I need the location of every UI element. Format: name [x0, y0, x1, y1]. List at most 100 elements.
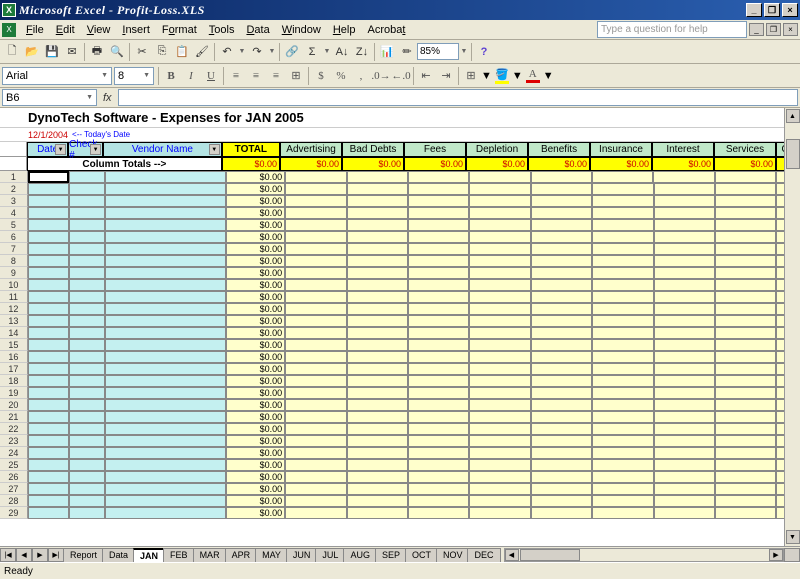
cell[interactable]	[469, 411, 530, 423]
cell[interactable]	[469, 207, 530, 219]
cell[interactable]	[347, 387, 408, 399]
cell[interactable]	[715, 183, 776, 195]
cell-vendor[interactable]	[105, 375, 226, 387]
cell[interactable]	[469, 315, 530, 327]
merge-icon[interactable]: ⊞	[286, 66, 306, 86]
cell[interactable]	[347, 267, 408, 279]
cell[interactable]	[469, 483, 530, 495]
menu-tools[interactable]: Tools	[203, 22, 241, 38]
cell-vendor[interactable]	[105, 459, 226, 471]
undo-dropdown[interactable]: ▼	[237, 48, 247, 55]
cell-vendor[interactable]	[105, 411, 226, 423]
hscroll-thumb[interactable]	[520, 549, 580, 561]
cell-check[interactable]	[69, 207, 105, 219]
cell[interactable]	[654, 231, 715, 243]
sheet-tab-dec[interactable]: DEC	[467, 548, 500, 562]
cell[interactable]	[531, 471, 592, 483]
table-row[interactable]: 21$0.00	[0, 411, 800, 423]
cell[interactable]	[531, 219, 592, 231]
sort-desc-icon[interactable]: Z↓	[352, 42, 372, 62]
cell[interactable]	[347, 495, 408, 507]
cell-date[interactable]	[28, 447, 70, 459]
cell[interactable]	[654, 315, 715, 327]
cell[interactable]	[715, 435, 776, 447]
cell[interactable]	[531, 267, 592, 279]
cell[interactable]	[408, 459, 469, 471]
cell[interactable]	[408, 291, 469, 303]
sheet-tab-nov[interactable]: NOV	[436, 548, 470, 562]
cell-check[interactable]	[69, 243, 105, 255]
cell[interactable]	[408, 507, 469, 519]
table-row[interactable]: 1$0.00	[0, 171, 800, 183]
cut-icon[interactable]: ✂	[132, 42, 152, 62]
cell[interactable]	[531, 195, 592, 207]
cell[interactable]	[285, 399, 346, 411]
cell[interactable]	[592, 399, 653, 411]
cell[interactable]	[285, 483, 346, 495]
cell[interactable]	[654, 351, 715, 363]
cell[interactable]	[285, 231, 346, 243]
cell-vendor[interactable]	[105, 399, 226, 411]
cell[interactable]	[654, 495, 715, 507]
cell[interactable]	[347, 231, 408, 243]
cell-check[interactable]	[69, 303, 105, 315]
sort-asc-icon[interactable]: A↓	[332, 42, 352, 62]
cell[interactable]	[469, 183, 530, 195]
row-header[interactable]: 6	[0, 231, 28, 243]
cell[interactable]	[715, 387, 776, 399]
horizontal-scrollbar[interactable]: ◀ ▶	[504, 548, 785, 562]
cell-vendor[interactable]	[105, 351, 226, 363]
cell[interactable]	[347, 339, 408, 351]
cell[interactable]	[592, 483, 653, 495]
cell[interactable]	[408, 315, 469, 327]
scroll-left-icon[interactable]: ◀	[505, 549, 519, 561]
table-row[interactable]: 2$0.00	[0, 183, 800, 195]
tab-last-icon[interactable]: ▶|	[48, 548, 64, 562]
cell-check[interactable]	[69, 351, 105, 363]
cell[interactable]	[592, 411, 653, 423]
cell[interactable]	[531, 303, 592, 315]
cell[interactable]	[347, 303, 408, 315]
cell-vendor[interactable]	[105, 315, 226, 327]
cell[interactable]	[531, 507, 592, 519]
cell[interactable]	[654, 183, 715, 195]
cell-vendor[interactable]	[105, 243, 226, 255]
cell[interactable]	[531, 363, 592, 375]
table-row[interactable]: 28$0.00	[0, 495, 800, 507]
cell-date[interactable]	[28, 291, 70, 303]
tab-first-icon[interactable]: |◀	[0, 548, 16, 562]
font-color-icon[interactable]: A	[523, 66, 543, 86]
increase-indent-icon[interactable]: ⇥	[436, 66, 456, 86]
cell-check[interactable]	[69, 399, 105, 411]
row-header[interactable]: 26	[0, 471, 28, 483]
cell-check[interactable]	[69, 183, 105, 195]
cell-vendor[interactable]	[105, 267, 226, 279]
cell-check[interactable]	[69, 231, 105, 243]
cell-vendor[interactable]	[105, 387, 226, 399]
cell[interactable]	[347, 291, 408, 303]
paste-icon[interactable]: 📋	[172, 42, 192, 62]
sheet-tab-jan[interactable]: JAN	[133, 548, 165, 562]
cell[interactable]	[285, 291, 346, 303]
cell-date[interactable]	[28, 303, 70, 315]
cell[interactable]	[469, 495, 530, 507]
cell-check[interactable]	[69, 291, 105, 303]
format-painter-icon[interactable]: 🖌	[192, 42, 212, 62]
cell-date[interactable]	[28, 507, 70, 519]
doc-restore-button[interactable]: ❐	[766, 23, 781, 36]
tab-next-icon[interactable]: ▶	[32, 548, 48, 562]
cell[interactable]	[592, 243, 653, 255]
chart-icon[interactable]: 📊	[377, 42, 397, 62]
cell[interactable]	[592, 495, 653, 507]
cell-date[interactable]	[28, 327, 70, 339]
cell[interactable]	[592, 435, 653, 447]
cell[interactable]	[285, 327, 346, 339]
cell-total[interactable]: $0.00	[226, 291, 285, 303]
cell-check[interactable]	[69, 279, 105, 291]
cell-vendor[interactable]	[105, 339, 226, 351]
fill-dropdown[interactable]: ▼	[512, 70, 523, 82]
cell[interactable]	[531, 207, 592, 219]
redo-icon[interactable]: ↷	[247, 42, 267, 62]
cell[interactable]	[715, 447, 776, 459]
cell-vendor[interactable]	[105, 183, 226, 195]
